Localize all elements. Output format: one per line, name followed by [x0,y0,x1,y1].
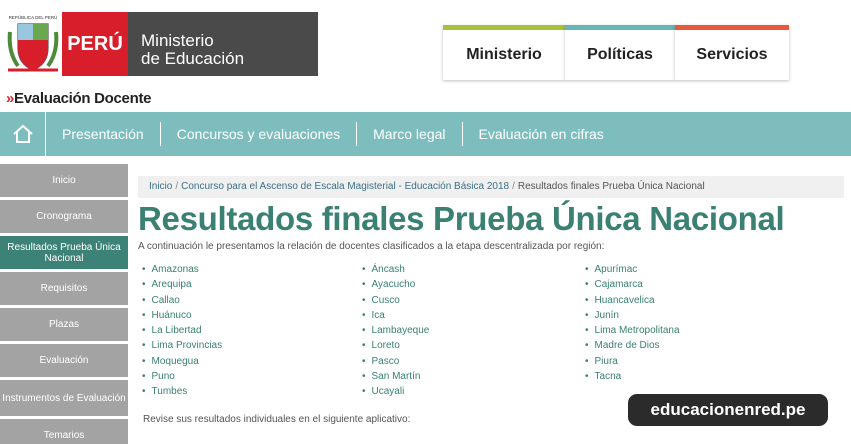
ministry-line1: Ministerio [141,31,214,50]
region-link[interactable]: Tumbes [142,384,222,399]
nav-marco-legal[interactable]: Marco legal [357,122,463,146]
sidebar-item-temarios[interactable]: Temarios [0,419,128,444]
nav-presentacion[interactable]: Presentación [46,122,161,146]
region-link[interactable]: Ayacucho [362,277,429,292]
tab-politicas[interactable]: Políticas [565,25,675,80]
revise-text: Revise sus resultados individuales en el… [143,414,411,425]
region-link[interactable]: Huancavelica [585,293,680,308]
breadcrumb-current: Resultados finales Prueba Única Nacional [517,181,705,192]
region-link[interactable]: Lima Metropolitana [585,323,680,338]
breadcrumb-inicio[interactable]: Inicio [149,181,172,192]
region-link[interactable]: Huánuco [142,308,222,323]
region-list-col3: Apurímac Cajamarca Huancavelica Junín Li… [585,262,680,384]
region-link[interactable]: Amazonas [142,262,222,277]
region-link[interactable]: Loreto [362,338,429,353]
region-link[interactable]: Lambayeque [362,323,430,338]
peru-logo[interactable]: PERÚ [62,12,128,76]
nav-concursos[interactable]: Concursos y evaluaciones [161,122,358,146]
tab-servicios[interactable]: Servicios [675,25,789,80]
sidebar-item-requisitos[interactable]: Requisitos [0,272,128,305]
region-link[interactable]: Piura [585,354,680,369]
region-link[interactable]: Ucayali [362,384,429,399]
region-link[interactable]: Junín [585,308,680,323]
sidebar-item-resultados[interactable]: Resultados Prueba Única Nacional [0,236,128,269]
breadcrumb-concurso[interactable]: Concurso para el Ascenso de Escala Magis… [181,181,509,192]
section-title[interactable]: »Evaluación Docente [6,90,152,107]
region-link[interactable]: Lima Provincias [142,338,223,353]
breadcrumb: Inicio / Concurso para el Ascenso de Escal… [138,176,844,198]
region-link[interactable]: Arequipa [142,277,222,292]
region-link[interactable]: Madre de Dios [585,338,680,353]
region-link[interactable]: Cajamarca [585,277,680,292]
region-list-col2: Áncash Ayacucho Cusco Ica Lambayeque Lor… [362,262,430,400]
page-title: Resultados finales Prueba Única Nacional [138,200,785,237]
sidebar: Inicio Cronograma Resultados Prueba Únic… [0,164,128,444]
ministry-logo[interactable]: Ministerio de Educación [128,12,318,76]
region-link[interactable]: Puno [142,369,222,384]
sidebar-item-instrumentos[interactable]: Instrumentos de Evaluación [0,380,128,416]
region-link[interactable]: Moquegua [142,354,222,369]
shield-icon: REPÚBLICA DEL PERÚ [6,12,60,78]
main-nav: Presentación Concursos y evaluaciones Ma… [0,112,851,156]
watermark-badge: educacionenred.pe [628,394,828,426]
region-link[interactable]: Tacna [585,369,680,384]
region-link[interactable]: Callao [142,293,222,308]
region-link[interactable]: Ica [362,308,429,323]
sidebar-item-plazas[interactable]: Plazas [0,308,128,341]
region-link[interactable]: San Martín [362,369,429,384]
region-link[interactable]: Cusco [362,293,429,308]
region-link[interactable]: Áncash [362,262,429,277]
sidebar-item-evaluacion[interactable]: Evaluación [0,344,128,377]
sidebar-item-inicio[interactable]: Inicio [0,164,128,197]
tab-ministerio[interactable]: Ministerio [443,25,565,80]
top-nav: Ministerio Políticas Servicios [443,25,789,80]
country-label: PERÚ [67,32,123,55]
home-icon[interactable] [0,112,46,156]
nav-evaluacion-cifras[interactable]: Evaluación en cifras [463,122,620,146]
region-link[interactable]: La Libertad [142,323,222,338]
shield-label: REPÚBLICA DEL PERÚ [9,14,58,20]
chevron-right-icon: » [6,90,15,107]
sidebar-item-cronograma[interactable]: Cronograma [0,200,128,233]
region-link[interactable]: Pasco [362,354,429,369]
region-list-col1: Amazonas Arequipa Callao Huánuco La Libe… [142,262,223,400]
ministry-line2: de Educación [141,49,245,68]
region-link[interactable]: Apurímac [585,262,680,277]
section-title-label: Evaluación Docente [14,90,152,107]
intro-text: A continuación le presentamos la relació… [138,241,605,252]
